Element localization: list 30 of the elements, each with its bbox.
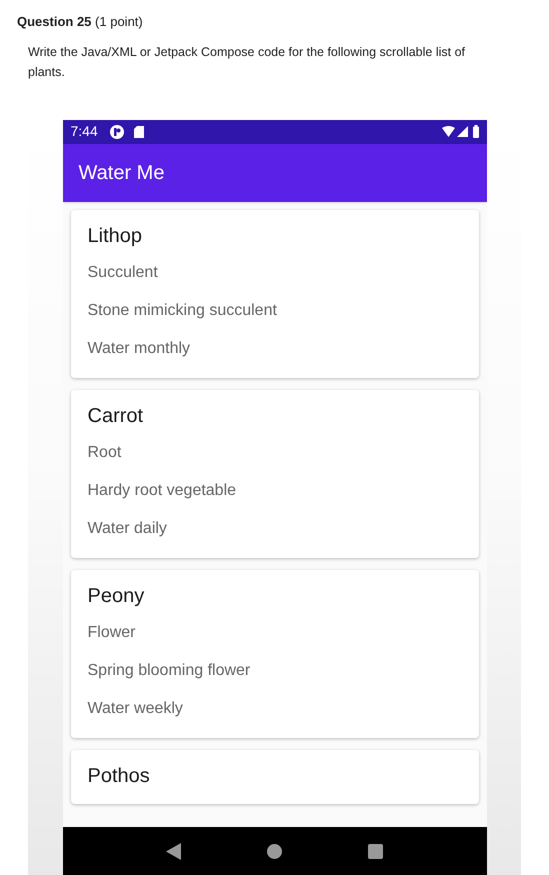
recents-icon[interactable] (368, 844, 384, 858)
plant-type: Flower (88, 622, 137, 642)
plant-name: Pothos (88, 764, 151, 788)
plant-name: Carrot (88, 404, 144, 428)
plant-type: Succulent (88, 262, 159, 282)
plant-card[interactable]: Pothos (70, 750, 478, 804)
app-title: Water Me (78, 160, 164, 186)
app-notification-icon (110, 124, 124, 138)
plant-card[interactable]: Lithop Succulent Stone mimicking succulent Water monthly (70, 210, 478, 378)
watering-schedule: Water monthly (88, 338, 192, 358)
watering-schedule: Water daily (88, 518, 168, 538)
plant-card[interactable]: Peony Flower Spring blooming flower Water weekly (70, 570, 478, 738)
plant-name: Lithop (88, 224, 143, 248)
home-icon[interactable] (266, 844, 282, 858)
plant-description: Spring blooming flower (88, 660, 252, 680)
plant-card[interactable]: Carrot Root Hardy root vegetable Water daily (70, 390, 478, 558)
sd-card-icon (134, 126, 144, 138)
question-number: Question 25 (17, 14, 92, 29)
plant-type: Root (88, 442, 122, 462)
watering-schedule: Water weekly (88, 698, 184, 718)
battery-icon (472, 125, 478, 138)
back-icon[interactable] (166, 842, 181, 860)
plant-name: Peony (88, 584, 146, 608)
plant-description: Stone mimicking succulent (88, 300, 278, 320)
plant-description: Hardy root vegetable (88, 480, 238, 500)
question-prompt: Write the Java/XML or Jetpack Compose code for the following scrollable list of plants. (27, 44, 466, 81)
signal-icon (456, 126, 468, 137)
question-points: (1 point) (95, 14, 143, 29)
wifi-icon (442, 126, 454, 137)
status-time: 7:44 (70, 122, 98, 141)
